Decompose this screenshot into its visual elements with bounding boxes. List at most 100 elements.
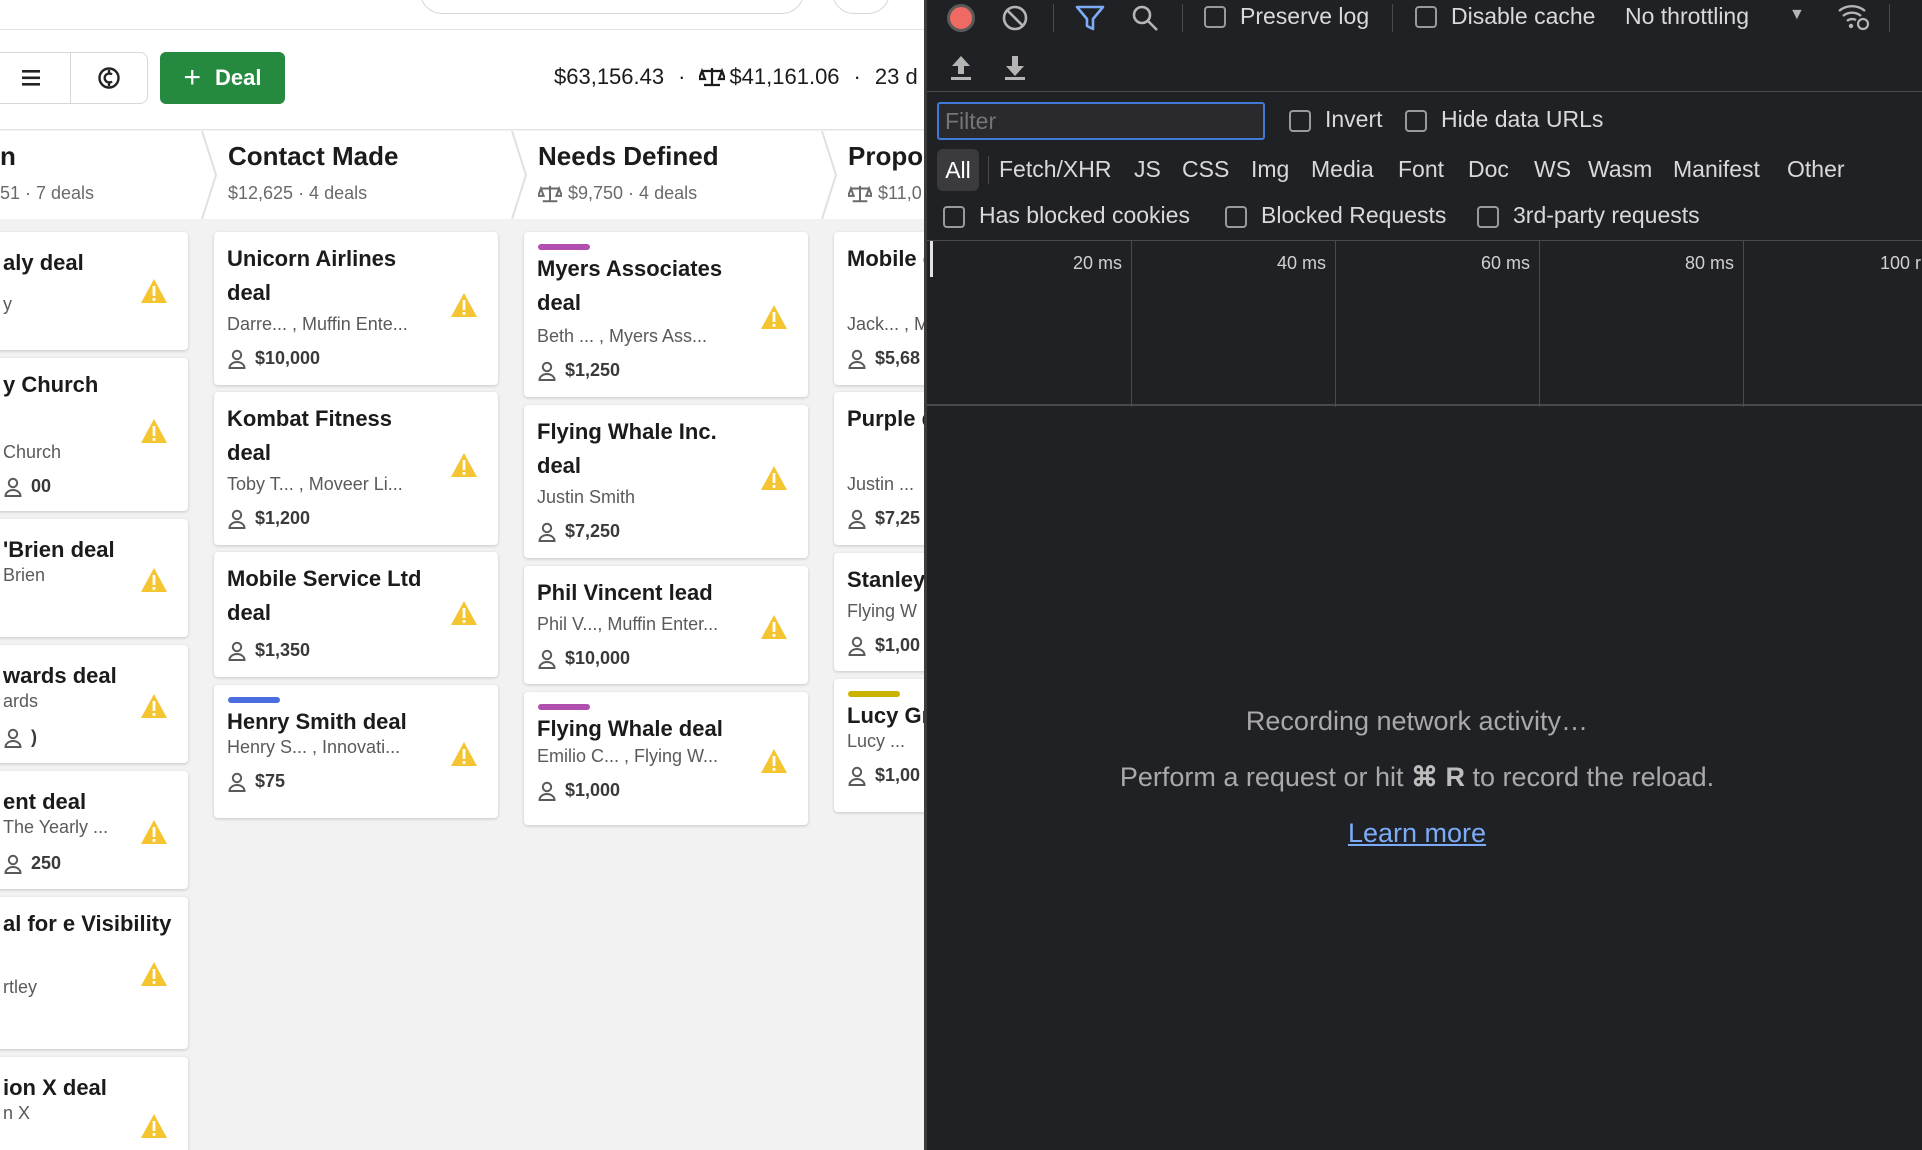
- deal-persons: y: [3, 294, 12, 314]
- warning-indicator[interactable]: [140, 1113, 168, 1139]
- record-button[interactable]: [947, 4, 975, 32]
- stage-header[interactable]: Needs Defined $9,750 · 4 deals: [538, 131, 838, 219]
- type-filter-js[interactable]: JS: [1134, 156, 1161, 183]
- blocked-requests-checkbox[interactable]: [1225, 206, 1247, 228]
- search-box[interactable]: [420, 0, 804, 14]
- invert-checkbox[interactable]: [1289, 110, 1311, 132]
- empty-state-line-1: Recording network activity…: [1245, 706, 1589, 736]
- deal-card[interactable]: Unicorn Airlines deal Darre... , Muffin E…: [214, 232, 498, 385]
- deal-card[interactable]: ent deal The Yearly ... 250: [0, 771, 188, 889]
- pipeline-app: + Deal $63,156.43 · $41,161.06 · 23 d n …: [0, 0, 924, 1150]
- type-filter-manifest[interactable]: Manifest: [1673, 156, 1760, 183]
- deal-card[interactable]: aly deal y: [0, 232, 188, 350]
- blocked-requests-label: Blocked Requests: [1261, 202, 1447, 228]
- warning-indicator[interactable]: [450, 292, 478, 318]
- deal-card[interactable]: y Church Church 00: [0, 358, 188, 511]
- type-filter-fetch-xhr[interactable]: Fetch/XHR: [999, 156, 1111, 183]
- network-conditions-icon[interactable]: [1837, 2, 1871, 32]
- filter-text-field[interactable]: [939, 104, 1263, 138]
- clear-icon[interactable]: [1001, 4, 1029, 32]
- type-filter-img[interactable]: Img: [1251, 156, 1289, 183]
- warning-icon: [761, 749, 787, 773]
- deal-card[interactable]: 'Brien deal Brien: [0, 519, 188, 637]
- deal-card[interactable]: Mobile compar Jack... , M $5,68: [834, 232, 924, 385]
- scale-icon: [538, 185, 562, 202]
- import-har-icon[interactable]: [947, 54, 975, 82]
- stage-subtitle: $11,0: [848, 183, 922, 204]
- network-overview-timeline[interactable]: 20 ms 40 ms 60 ms 80 ms 100 r: [927, 240, 1922, 407]
- has-blocked-cookies-checkbox[interactable]: [943, 206, 965, 228]
- deal-persons: n X: [3, 1103, 31, 1123]
- hide-data-urls-checkbox[interactable]: [1405, 110, 1427, 132]
- timeline-gridline: [1539, 241, 1540, 407]
- type-filter-font[interactable]: Font: [1398, 156, 1444, 183]
- export-har-icon[interactable]: [1001, 54, 1029, 82]
- person-icon: [538, 781, 556, 801]
- filter-input[interactable]: [937, 102, 1265, 140]
- deal-card[interactable]: Purple deal Justin ... $7,25: [834, 392, 924, 545]
- type-filter-ws[interactable]: WS: [1534, 156, 1571, 183]
- person-icon: [848, 509, 866, 529]
- disable-cache-checkbox[interactable]: [1415, 6, 1437, 28]
- disable-cache-label: Disable cache: [1451, 3, 1596, 29]
- deal-value: $5,68: [875, 348, 921, 368]
- deal-value: $1,000: [565, 780, 621, 800]
- deal-card[interactable]: al for e Visibility rtley: [0, 897, 188, 1049]
- type-filter-wasm[interactable]: Wasm: [1588, 156, 1652, 183]
- warning-indicator[interactable]: [140, 567, 168, 593]
- stage-header[interactable]: Contact Made $12,625 · 4 deals: [228, 131, 528, 219]
- type-filter-doc[interactable]: Doc: [1468, 156, 1509, 183]
- stage-header[interactable]: n 51 · 7 deals: [0, 131, 218, 219]
- warning-indicator[interactable]: [760, 465, 788, 491]
- deal-persons: Phil V..., Muffin Enter...: [537, 614, 719, 634]
- warning-indicator[interactable]: [450, 741, 478, 767]
- deal-card[interactable]: Myers Associates deal Beth ... , Myers As…: [524, 232, 808, 397]
- stage-header[interactable]: Propo $11,0: [848, 131, 924, 219]
- deal-card[interactable]: Kombat Fitness deal Toby T... , Moveer Li…: [214, 392, 498, 545]
- warning-indicator[interactable]: [450, 600, 478, 626]
- warning-indicator[interactable]: [140, 819, 168, 845]
- warning-indicator[interactable]: [140, 278, 168, 304]
- list-view-button[interactable]: [0, 52, 70, 104]
- warning-indicator[interactable]: [140, 693, 168, 719]
- timeline-tick-label: 80 ms: [1685, 253, 1735, 273]
- type-filter-css[interactable]: CSS: [1182, 156, 1229, 183]
- deal-title: ion X deal: [3, 1075, 107, 1100]
- forecast-view-button[interactable]: [70, 52, 148, 104]
- deal-card[interactable]: Henry Smith deal Henry S... , Innovati...…: [214, 685, 498, 818]
- warning-icon: [451, 742, 477, 766]
- deal-card[interactable]: Flying Whale deal Emilio C... , Flying W.…: [524, 692, 808, 825]
- throttling-select[interactable]: No throttling: [1625, 3, 1749, 30]
- filter-icon[interactable]: [1075, 4, 1105, 32]
- dropdown-arrow-icon[interactable]: ▼: [1789, 6, 1805, 24]
- deal-card[interactable]: wards deal ards): [0, 645, 188, 763]
- label-color-bar: [228, 697, 280, 703]
- add-deal-button[interactable]: + Deal: [160, 52, 285, 104]
- deal-persons: The Yearly ...: [3, 817, 109, 837]
- warning-indicator[interactable]: [140, 961, 168, 987]
- learn-more-link[interactable]: Learn more: [1348, 818, 1486, 848]
- deal-value: $10,000: [255, 348, 321, 368]
- type-filter-media[interactable]: Media: [1311, 156, 1374, 183]
- top-round-button[interactable]: [832, 0, 890, 14]
- warning-indicator[interactable]: [450, 452, 478, 478]
- deal-card[interactable]: Flying Whale Inc. deal Justin Smith $7,250: [524, 405, 808, 558]
- third-party-checkbox[interactable]: [1477, 206, 1499, 228]
- preserve-log-checkbox[interactable]: [1204, 6, 1226, 28]
- deal-value-row: ): [3, 727, 37, 748]
- deal-title: 'Brien deal: [3, 537, 115, 562]
- deal-value: $7,250: [565, 521, 621, 541]
- deal-card[interactable]: Mobile Service Ltd deal $1,350: [214, 552, 498, 677]
- deal-card[interactable]: Phil Vincent lead Phil V..., Muffin Enter…: [524, 566, 808, 684]
- person-icon: [848, 766, 866, 786]
- warning-indicator[interactable]: [760, 304, 788, 330]
- warning-indicator[interactable]: [140, 418, 168, 444]
- type-filter-other[interactable]: Other: [1787, 156, 1845, 183]
- type-filter-all[interactable]: All: [937, 149, 979, 191]
- deal-title: wards deal: [3, 663, 117, 688]
- deal-card[interactable]: Stanley Flying W $1,00: [834, 553, 924, 671]
- warning-indicator[interactable]: [760, 614, 788, 640]
- deal-card[interactable]: ion X deal n X: [0, 1057, 188, 1150]
- search-icon[interactable]: [1131, 4, 1159, 32]
- warning-indicator[interactable]: [760, 748, 788, 774]
